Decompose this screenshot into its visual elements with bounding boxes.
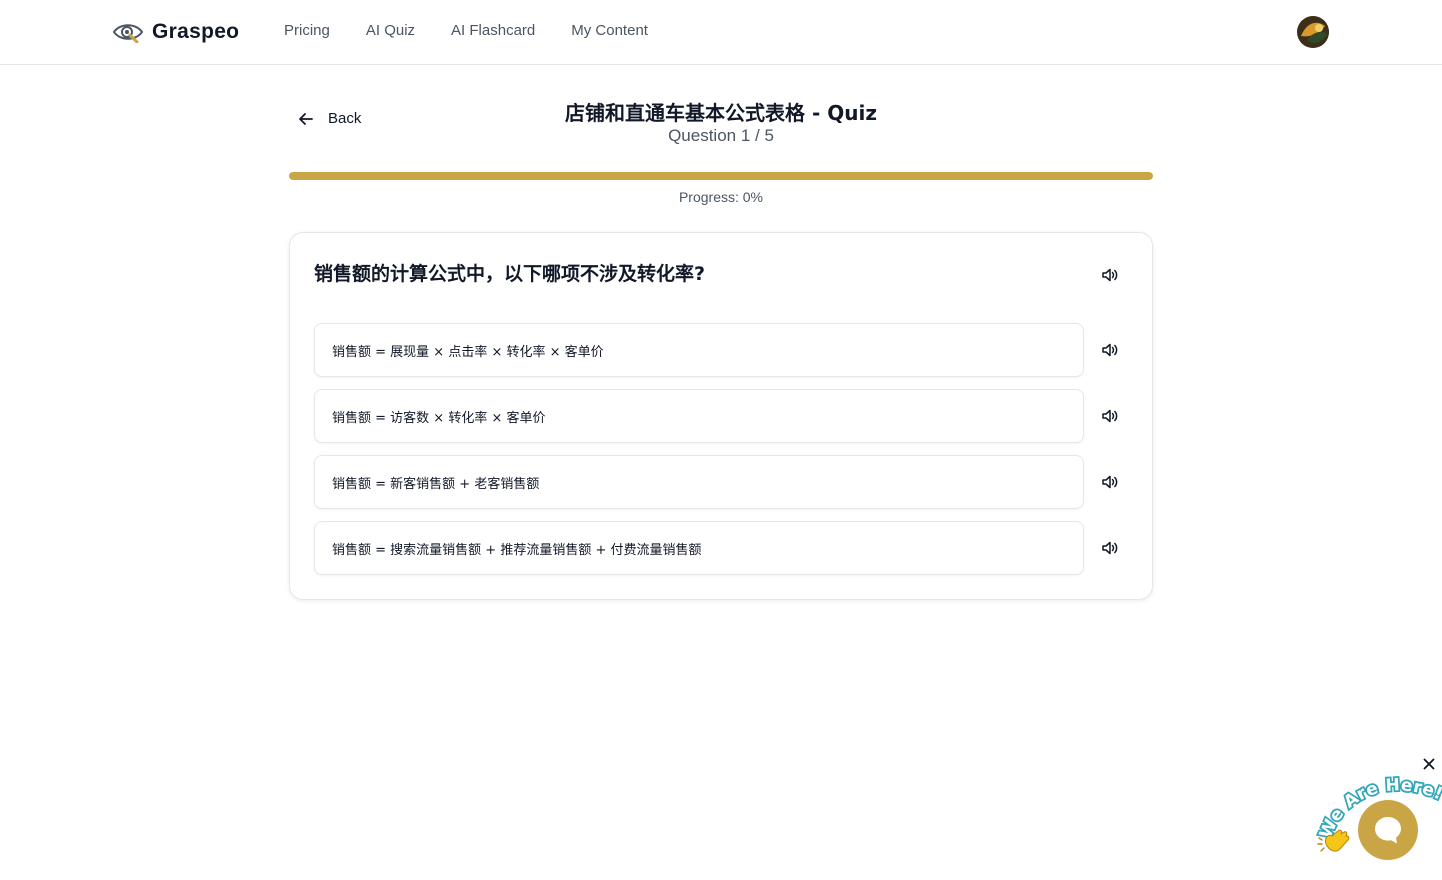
nav-ai-quiz[interactable]: AI Quiz xyxy=(366,22,415,39)
answer-option-label: 销售额 = 访客数 × 转化率 × 客单价 xyxy=(332,410,546,426)
question-card: 销售额的计算公式中，以下哪项不涉及转化率? 销售额 = 展现量 × 点击率 × … xyxy=(289,232,1153,600)
brand-name: Graspeo xyxy=(152,20,240,43)
nav-my-content[interactable]: My Content xyxy=(571,22,648,39)
close-icon xyxy=(1423,758,1435,770)
answer-option-3[interactable]: 销售额 = 新客销售额 + 老客销售额 xyxy=(314,455,1084,509)
answer-option-2[interactable]: 销售额 = 访客数 × 转化率 × 客单价 xyxy=(314,389,1084,443)
nav-ai-flashcard[interactable]: AI Flashcard xyxy=(451,22,535,39)
answer-option-label: 销售额 = 展现量 × 点击率 × 转化率 × 客单价 xyxy=(332,344,604,360)
brand-logo[interactable]: Graspeo xyxy=(112,16,239,48)
option-1-speaker-icon[interactable] xyxy=(1099,339,1121,361)
option-3-speaker-icon[interactable] xyxy=(1099,471,1121,493)
answer-option-label: 销售额 = 搜索流量销售额 + 推荐流量销售额 + 付费流量销售额 xyxy=(332,542,702,558)
top-navbar: Graspeo Pricing AI Quiz AI Flashcard My … xyxy=(0,0,1442,65)
progress-label: Progress: 0% xyxy=(678,189,764,205)
progress-fill xyxy=(289,172,1153,180)
option-4-speaker-icon[interactable] xyxy=(1099,537,1121,559)
chat-launcher-button[interactable] xyxy=(1358,800,1418,860)
chat-icon xyxy=(1375,817,1401,844)
user-avatar[interactable] xyxy=(1297,16,1329,48)
answer-option-1[interactable]: 销售额 = 展现量 × 点击率 × 转化率 × 客单价 xyxy=(314,323,1084,377)
speaker-icon xyxy=(1102,541,1118,555)
question-text: 销售额的计算公式中，以下哪项不涉及转化率? xyxy=(314,263,706,285)
main-nav: Pricing AI Quiz AI Flashcard My Content xyxy=(284,22,684,39)
speaker-icon xyxy=(1102,343,1118,357)
speaker-icon xyxy=(1102,268,1118,282)
eye-logo-icon xyxy=(112,24,144,43)
answer-option-label: 销售额 = 新客销售额 + 老客销售额 xyxy=(332,476,540,492)
question-counter: Question 1 / 5 xyxy=(668,126,774,145)
answer-option-4[interactable]: 销售额 = 搜索流量销售额 + 推荐流量销售额 + 付费流量销售额 xyxy=(314,521,1084,575)
question-speaker-icon[interactable] xyxy=(1099,264,1121,286)
quiz-title: 店铺和直通车基本公式表格 - Quiz xyxy=(565,101,877,125)
speaker-icon xyxy=(1102,475,1118,489)
nav-pricing[interactable]: Pricing xyxy=(284,22,330,39)
progress-bar xyxy=(289,172,1153,180)
option-2-speaker-icon[interactable] xyxy=(1099,405,1121,427)
avatar-image xyxy=(1297,16,1329,48)
speaker-icon xyxy=(1102,409,1118,423)
